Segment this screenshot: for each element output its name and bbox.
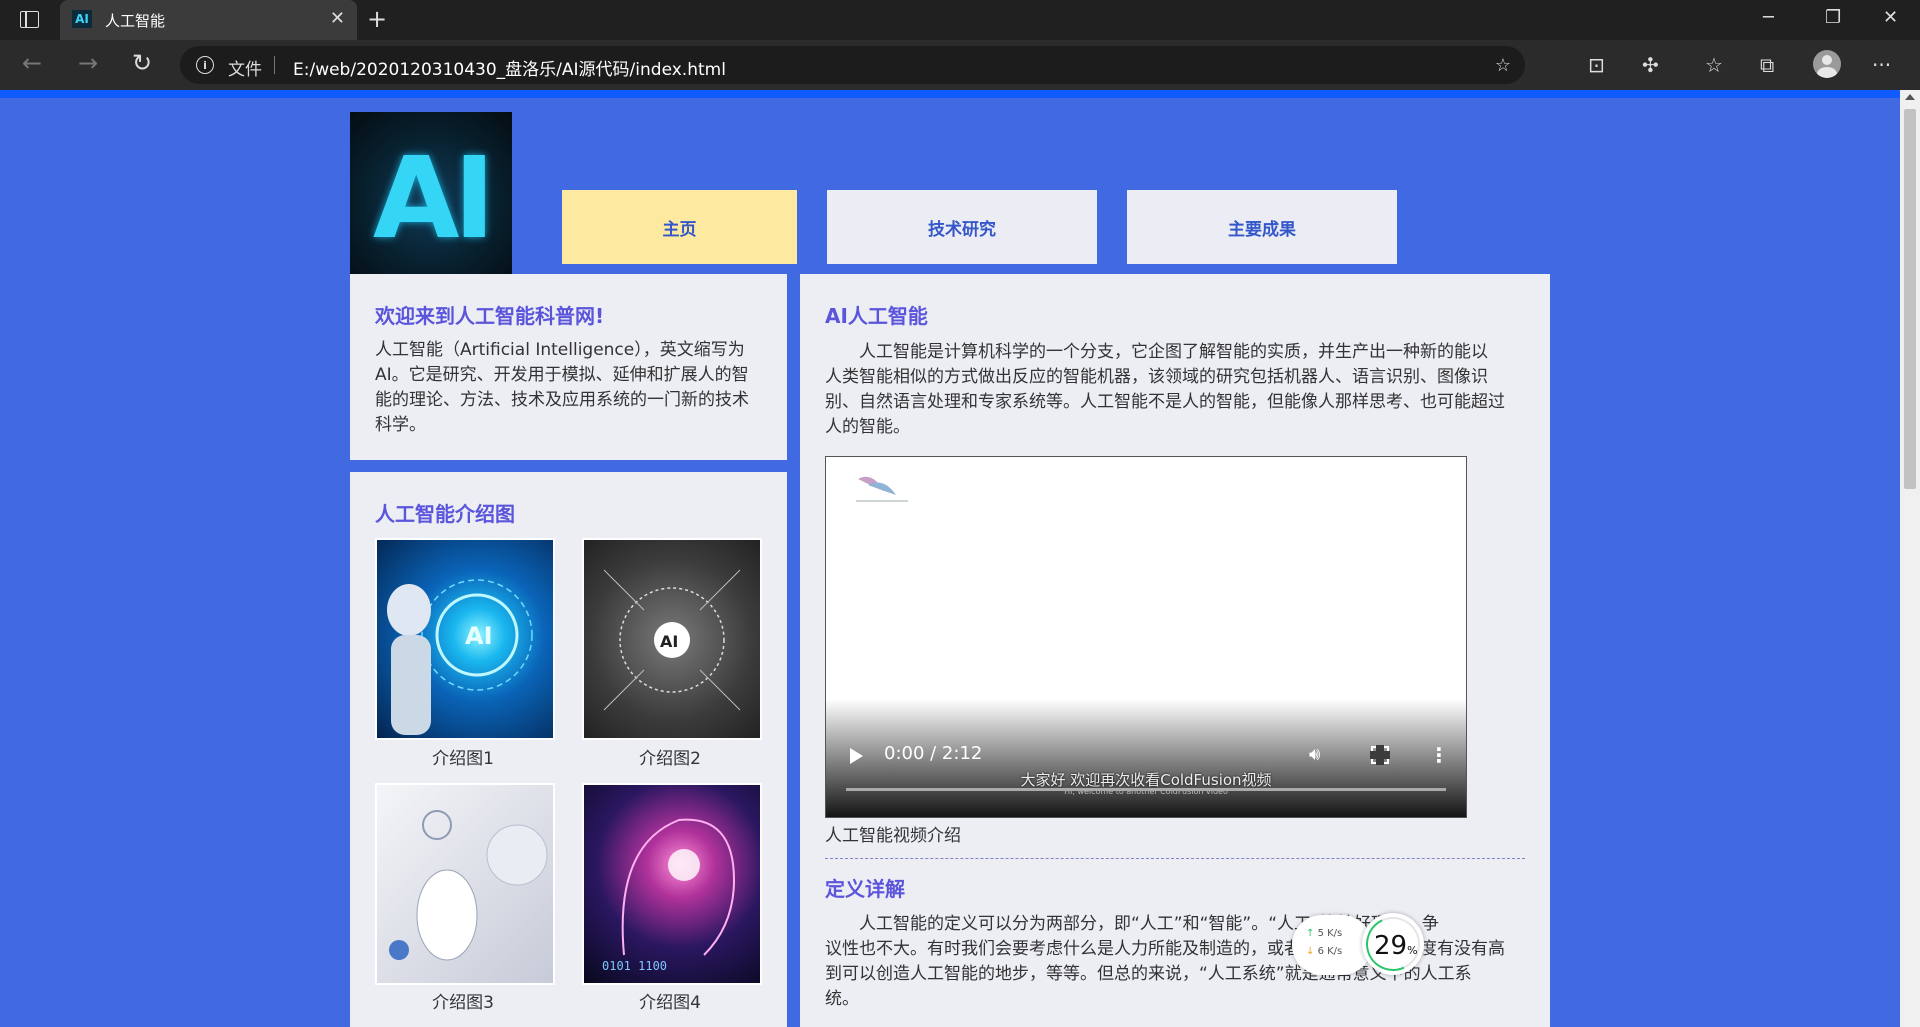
video-progress-bar[interactable] — [846, 788, 1446, 791]
welcome-line: 人工智能（Artificial Intelligence），英文缩写为 — [375, 340, 745, 360]
gallery-image-4[interactable]: 0101 1100 — [582, 783, 762, 985]
gallery-image-2[interactable]: AI — [582, 538, 762, 740]
url-text[interactable]: E:/web/2020120310430_盘洛乐/AI源代码/index.htm… — [293, 55, 726, 80]
gallery-image-1[interactable]: AI — [375, 538, 555, 740]
file-label: 文件 — [228, 60, 262, 80]
upload-speed: ↑ 5 K/s — [1306, 928, 1342, 939]
welcome-line: 能的理论、方法、技术及应用系统的一门新的技术 — [375, 390, 749, 410]
welcome-text: 人工智能（Artificial Intelligence），英文缩写为 AI。它… — [375, 338, 775, 438]
more-menu-icon[interactable]: ··· — [1872, 53, 1891, 77]
ai-line: 人类智能相似的方式做出反应的智能机器，该领域的研究包括机器人、语言识别、图像识 — [825, 367, 1488, 387]
close-window-icon[interactable]: ✕ — [1883, 7, 1898, 28]
reading-mode-icon[interactable]: ⊡ — [1588, 53, 1605, 77]
restore-icon[interactable]: ❐ — [1825, 7, 1841, 28]
tab-actions-icon[interactable] — [20, 11, 39, 28]
download-speed-value: 6 K/s — [1317, 946, 1343, 957]
page-top-strip — [0, 90, 1920, 98]
welcome-title: 欢迎来到人工智能科普网! — [375, 304, 605, 328]
video-watermark-logo — [856, 476, 908, 502]
tab-title: 人工智能 — [105, 12, 166, 30]
scroll-up-icon[interactable] — [1905, 94, 1915, 100]
robot-hand-illustration — [389, 810, 548, 961]
add-favorite-icon[interactable]: ☆ — [1495, 55, 1511, 76]
definition-title: 定义详解 — [825, 877, 905, 901]
upload-speed-value: 5 K/s — [1317, 928, 1343, 939]
ai-section-text: 人工智能是计算机科学的一个分支，它企图了解智能的实质，并生产出一种新的能以 人类… — [825, 340, 1525, 440]
gallery-caption-3: 介绍图3 — [432, 993, 494, 1013]
svg-text:0101 1100: 0101 1100 — [602, 959, 667, 973]
usage-percent: 29% — [1374, 931, 1418, 961]
address-bar[interactable]: i 文件 E:/web/2020120310430_盘洛乐/AI源代码/inde… — [180, 46, 1525, 84]
profile-avatar-icon[interactable] — [1813, 50, 1841, 78]
download-arrow-icon: ↓ — [1306, 946, 1315, 957]
tab-active[interactable]: AI 人工智能 ✕ — [60, 0, 357, 40]
forward-icon[interactable]: → — [78, 49, 98, 77]
usage-circle: 29% — [1358, 909, 1428, 979]
tab-close-icon[interactable]: ✕ — [330, 8, 345, 29]
gallery-image-3[interactable] — [375, 783, 555, 985]
logo-text: AI — [372, 134, 495, 264]
scroll-thumb[interactable] — [1904, 109, 1916, 489]
minimize-icon[interactable]: ─ — [1763, 7, 1774, 28]
ai-line: 人的智能。 — [825, 417, 910, 437]
welcome-line: AI。它是研究、开发用于模拟、延伸和扩展人的智 — [375, 365, 749, 385]
new-tab-icon[interactable]: + — [367, 5, 387, 33]
volume-icon[interactable]: 🔊︎ — [1309, 744, 1320, 765]
definition-line: 统。 — [825, 989, 859, 1009]
ai-brain-network-illustration: AI — [603, 569, 741, 711]
download-speed: ↓ 6 K/s — [1306, 946, 1342, 957]
tab-favicon-icon: AI — [72, 10, 92, 28]
gallery-caption-1: 介绍图1 — [432, 749, 494, 769]
welcome-panel: 欢迎来到人工智能科普网! 人工智能（Artificial Intelligenc… — [350, 274, 787, 460]
address-separator — [274, 56, 275, 74]
page-scrollbar[interactable] — [1900, 90, 1920, 1027]
nav-home[interactable]: 主页 — [562, 190, 797, 264]
video-time: 0:00 / 2:12 — [884, 743, 983, 764]
gallery-title: 人工智能介绍图 — [375, 502, 515, 526]
collections-icon[interactable]: ⧉ — [1760, 53, 1774, 77]
ai-line: 别、自然语言处理和专家系统等。人工智能不是人的智能，但能像人那样思考、也可能超过 — [825, 392, 1505, 412]
favorites-icon[interactable]: ☆ — [1705, 53, 1723, 77]
nav-tech-research[interactable]: 技术研究 — [827, 190, 1097, 264]
back-icon[interactable]: ← — [22, 49, 42, 77]
gallery-caption-4: 介绍图4 — [639, 993, 701, 1013]
gallery-caption-2: 介绍图2 — [639, 749, 701, 769]
video-player[interactable]: 0:00 / 2:12 🔊︎ ⋮ 大家好 欢迎再次收看ColdFusion视频 … — [825, 456, 1467, 818]
tab-bar: AI 人工智能 ✕ + ─ ❐ ✕ — [0, 0, 1920, 40]
svg-text:AI: AI — [465, 622, 493, 650]
extensions-icon[interactable]: ✣ — [1642, 53, 1659, 77]
network-speed-widget[interactable]: ↑ 5 K/s ↓ 6 K/s 29% — [1292, 909, 1428, 979]
video-more-icon[interactable]: ⋮ — [1429, 743, 1449, 767]
speed-readout: ↑ 5 K/s ↓ 6 K/s — [1292, 915, 1372, 975]
site-logo: AI — [350, 112, 512, 274]
section-divider — [825, 858, 1525, 859]
play-icon[interactable] — [850, 748, 863, 764]
refresh-icon[interactable]: ↻ — [132, 49, 152, 77]
ai-section-title: AI人工智能 — [825, 304, 928, 328]
video-caption: 人工智能视频介绍 — [825, 826, 961, 846]
digital-head-illustration: 0101 1100 — [602, 818, 736, 973]
ai-line: 人工智能是计算机科学的一个分支，它企图了解智能的实质，并生产出一种新的能以 — [825, 342, 1488, 362]
welcome-line: 科学。 — [375, 415, 426, 435]
browser-toolbar: ← → ↻ i 文件 E:/web/2020120310430_盘洛乐/AI源代… — [0, 40, 1920, 90]
site-info-icon[interactable]: i — [196, 56, 214, 74]
upload-arrow-icon: ↑ — [1306, 928, 1315, 939]
usage-percent-value: 29 — [1374, 931, 1408, 961]
fullscreen-icon[interactable] — [1370, 745, 1390, 765]
gallery-panel: 人工智能介绍图 AI 介绍图1 AI 介绍图2 介绍图3 0101 1100 介… — [350, 472, 787, 1027]
robot-ai-illustration: AI — [387, 579, 533, 735]
usage-percent-sign: % — [1407, 944, 1418, 957]
nav-main-results[interactable]: 主要成果 — [1127, 190, 1397, 264]
svg-text:AI: AI — [660, 632, 678, 651]
